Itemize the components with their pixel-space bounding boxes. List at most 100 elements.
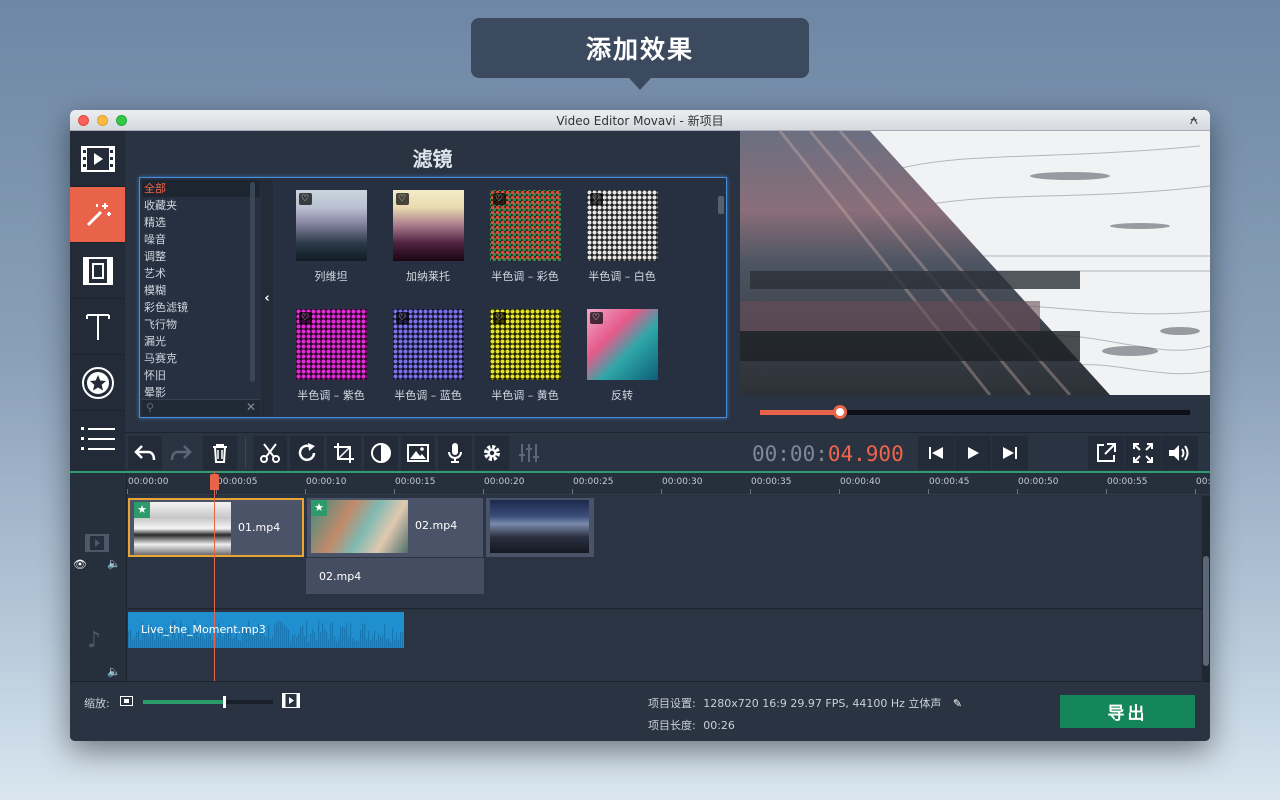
app-store-icon[interactable]: ⍲ [1190, 112, 1198, 128]
category-item[interactable]: 晕影 [142, 384, 260, 399]
undo-button[interactable] [128, 436, 162, 470]
stickers-button[interactable] [70, 355, 125, 411]
filter-item[interactable]: ♡ 反转 [577, 309, 667, 403]
scissors-icon [260, 443, 280, 463]
record-voice-button[interactable] [438, 436, 472, 470]
timeline-scrollbar[interactable] [1202, 496, 1210, 681]
zoom-slider[interactable] [143, 696, 273, 708]
zoom-slider-handle[interactable] [222, 696, 226, 708]
titles-button[interactable] [70, 299, 125, 355]
filter-item[interactable]: ♡ 列维坦 [286, 190, 376, 284]
filters-button[interactable] [70, 187, 125, 243]
ruler-tick [127, 489, 128, 494]
category-item[interactable]: 马赛克 [142, 350, 260, 367]
category-item[interactable]: 飞行物 [142, 316, 260, 333]
filter-item[interactable]: ♡ 半色调 – 彩色 [480, 190, 570, 284]
edit-pencil-icon[interactable]: ✎ [953, 697, 962, 710]
category-item[interactable]: 艺术 [142, 265, 260, 282]
favorite-heart-icon[interactable]: ♡ [298, 312, 312, 324]
favorite-heart-icon[interactable]: ♡ [589, 312, 603, 324]
category-item[interactable]: 怀旧 [142, 367, 260, 384]
clip-properties-button[interactable] [475, 436, 509, 470]
zoom-out-icon[interactable] [120, 696, 133, 706]
color-adjust-button[interactable] [364, 436, 398, 470]
filter-grid-scrollbar[interactable] [718, 196, 724, 214]
category-item[interactable]: 漏光 [142, 333, 260, 350]
window-title: Video Editor Movavi - 新项目 [556, 113, 724, 128]
player-controls: 00:00:04.900 [740, 432, 1210, 471]
list-icon [80, 427, 115, 450]
fullscreen-button[interactable] [1125, 436, 1161, 470]
filter-item[interactable]: ♡ 半色调 – 蓝色 [383, 309, 473, 403]
previous-frame-button[interactable] [918, 436, 954, 470]
zoom-in-icon[interactable] [282, 693, 300, 708]
filter-item[interactable]: ♡ 半色调 – 紫色 [286, 309, 376, 403]
favorite-heart-icon[interactable]: ♡ [492, 193, 506, 205]
maximize-window-button[interactable] [116, 115, 127, 126]
category-item[interactable]: 彩色滤镜 [142, 299, 260, 316]
category-item[interactable]: 精选 [142, 214, 260, 231]
filter-item[interactable]: ♡ 半色调 – 白色 [577, 190, 667, 284]
speaker-icon [1169, 445, 1189, 461]
category-item[interactable]: 收藏夹 [142, 197, 260, 214]
favorite-heart-icon[interactable]: ♡ [492, 312, 506, 324]
video-clip[interactable] [486, 498, 594, 557]
crop-button[interactable] [327, 436, 361, 470]
preview-progress-track[interactable] [760, 405, 1190, 419]
favorite-heart-icon[interactable]: ♡ [395, 193, 409, 205]
audio-clip[interactable]: Live_the_Moment.mp3 [128, 612, 404, 648]
category-item[interactable]: 全部 [142, 180, 260, 197]
visibility-eye-icon[interactable]: 👁 [73, 558, 87, 571]
detach-preview-button[interactable] [1088, 436, 1124, 470]
filter-item[interactable]: ♡ 加纳莱托 [383, 190, 473, 284]
volume-button[interactable] [1162, 436, 1198, 470]
import-media-button[interactable] [70, 131, 125, 187]
redo-button[interactable] [164, 436, 198, 470]
next-frame-button[interactable] [992, 436, 1028, 470]
clear-search-icon[interactable]: ✕ [246, 400, 256, 414]
ruler-tick-label: 00:00:55 [1107, 477, 1148, 487]
category-search-input[interactable]: ⚲ ✕ [142, 399, 260, 416]
video-clip[interactable]: ★ 02.mp4 [307, 498, 483, 557]
filter-label: 反转 [611, 389, 633, 402]
close-window-button[interactable] [78, 115, 89, 126]
preview-progress-fill [760, 410, 840, 415]
filter-label: 列维坦 [314, 270, 348, 283]
ruler-tick-label: 00:00:40 [840, 477, 881, 487]
rotate-button[interactable] [290, 436, 324, 470]
more-tools-button[interactable] [70, 411, 125, 467]
video-clip[interactable]: ★ 01.mp4 [128, 498, 304, 557]
overlay-clip[interactable]: 02.mp4 [306, 558, 484, 594]
category-scrollbar[interactable] [250, 182, 255, 382]
effect-star-icon: ★ [311, 500, 327, 516]
export-button[interactable]: 导出 [1060, 695, 1195, 728]
preview-progress-handle[interactable] [832, 405, 847, 419]
image-button[interactable] [401, 436, 435, 470]
category-item[interactable]: 噪音 [142, 231, 260, 248]
fullscreen-icon [1133, 443, 1153, 463]
timeline-scroll-thumb[interactable] [1203, 556, 1209, 666]
audio-track-header: ♪ 🔈 [70, 610, 127, 681]
time-ruler[interactable]: 00:00:00 00:00:05 00:00:10 00:00:15 00:00:20… [127, 473, 1210, 495]
minimize-window-button[interactable] [97, 115, 108, 126]
ruler-tick-label: 00:00:20 [484, 477, 525, 487]
transitions-button[interactable] [70, 243, 125, 299]
favorite-heart-icon[interactable]: ♡ [395, 312, 409, 324]
favorite-heart-icon[interactable]: ♡ [298, 193, 312, 205]
star-badge-icon [81, 366, 114, 399]
category-item[interactable]: 模糊 [142, 282, 260, 299]
ruler-tick [839, 489, 840, 494]
category-item[interactable]: 调整 [142, 248, 260, 265]
audio-properties-button[interactable] [512, 436, 546, 470]
filter-item[interactable]: ♡ 半色调 – 黄色 [480, 309, 570, 403]
split-button[interactable] [253, 436, 287, 470]
favorite-heart-icon[interactable]: ♡ [589, 193, 603, 205]
ruler-tick-label: 00:00:45 [929, 477, 970, 487]
delete-button[interactable] [203, 436, 237, 470]
playhead-handle[interactable] [210, 474, 219, 490]
track-mute-icon[interactable]: 🔈 [107, 557, 121, 570]
play-button[interactable] [955, 436, 991, 470]
collapse-categories-button[interactable]: ‹ [261, 180, 273, 416]
chevron-left-icon: ‹ [264, 290, 270, 306]
audio-track-mute-icon[interactable]: 🔈 [107, 665, 121, 678]
